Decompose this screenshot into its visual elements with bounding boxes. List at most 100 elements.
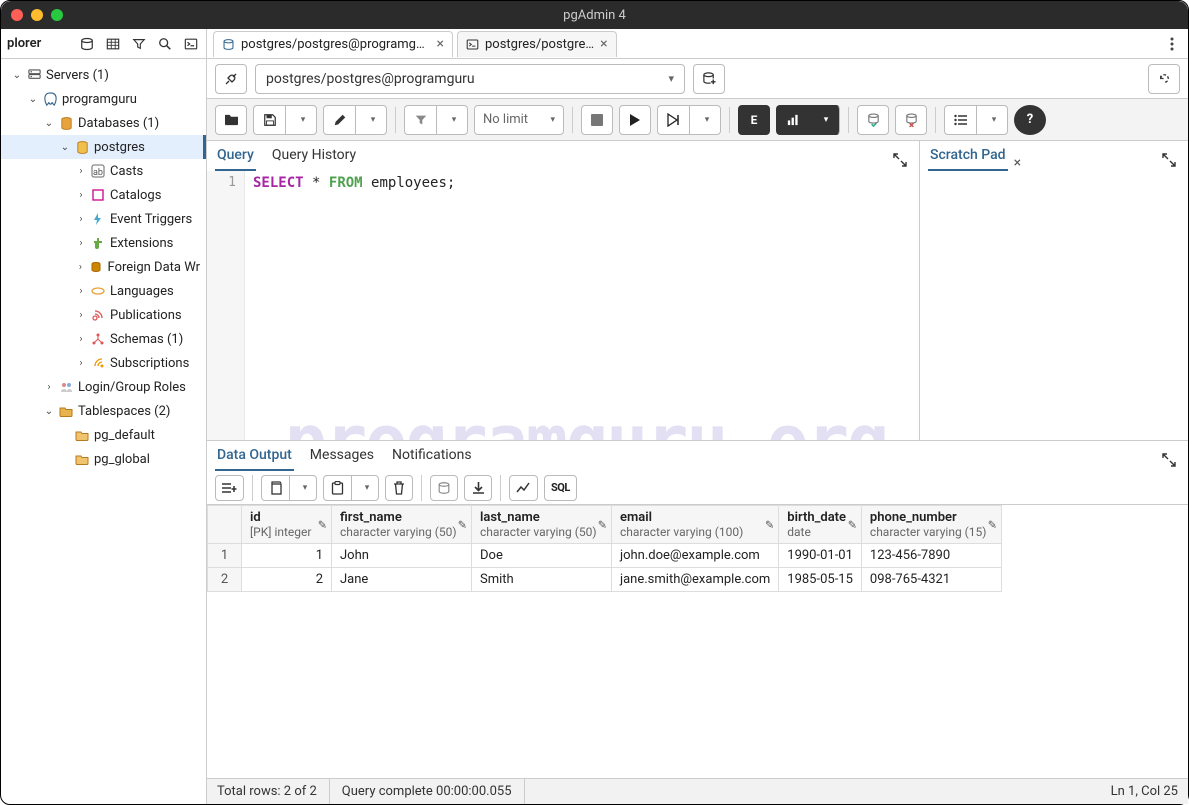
- tree-item[interactable]: ⌄postgres: [1, 135, 206, 159]
- cell[interactable]: Doe: [472, 544, 612, 568]
- tree-item[interactable]: ›Languages: [1, 279, 206, 303]
- twisty-icon[interactable]: ›: [73, 214, 89, 225]
- filter-rows-icon[interactable]: [128, 33, 150, 55]
- tree-item[interactable]: ⌄Databases (1): [1, 111, 206, 135]
- twisty-icon[interactable]: ›: [73, 286, 89, 297]
- save-data-button[interactable]: [430, 475, 458, 501]
- tab-notifications[interactable]: Notifications: [390, 443, 474, 471]
- sql-editor[interactable]: 1 SELECT * FROM employees; programguru.o…: [207, 171, 919, 440]
- tab-data-output[interactable]: Data Output: [215, 443, 294, 471]
- tab-psql[interactable]: postgres/postgre… ×: [457, 31, 617, 57]
- tree-item[interactable]: ›Foreign Data Wr: [1, 255, 206, 279]
- add-row-button[interactable]: [215, 475, 244, 501]
- table-row[interactable]: 11JohnDoejohn.doe@example.com1990-01-011…: [208, 544, 1002, 568]
- cell[interactable]: 123-456-7890: [861, 544, 1001, 568]
- expand-icon[interactable]: [893, 153, 911, 171]
- column-header[interactable]: birth_datedate✎: [779, 506, 862, 544]
- copy-dropdown[interactable]: ▾: [289, 475, 317, 501]
- edit-icon[interactable]: ✎: [318, 518, 327, 531]
- tree-item[interactable]: ›Login/Group Roles: [1, 375, 206, 399]
- query-tool-icon[interactable]: [76, 33, 98, 55]
- new-connection-button[interactable]: [693, 64, 725, 94]
- explain-options-dropdown[interactable]: ▾: [808, 105, 840, 135]
- cell[interactable]: John: [332, 544, 472, 568]
- cell[interactable]: Jane: [332, 568, 472, 592]
- twisty-icon[interactable]: ⌄: [25, 94, 41, 105]
- row-limit-select[interactable]: No limit▾: [474, 105, 564, 135]
- tab-query-tool[interactable]: postgres/postgres@programguru* ×: [213, 31, 453, 57]
- stop-button[interactable]: [581, 105, 613, 135]
- close-icon[interactable]: ×: [600, 36, 607, 52]
- column-header[interactable]: phone_numbercharacter varying (15)✎: [861, 506, 1001, 544]
- filter-dropdown[interactable]: ▾: [436, 105, 468, 135]
- twisty-icon[interactable]: ›: [73, 310, 89, 321]
- delete-row-button[interactable]: [385, 475, 413, 501]
- macros-button[interactable]: [944, 105, 976, 135]
- save-dropdown[interactable]: ▾: [285, 105, 317, 135]
- open-file-button[interactable]: [215, 105, 247, 135]
- tree-item[interactable]: ⌄programguru: [1, 87, 206, 111]
- twisty-icon[interactable]: ⌄: [9, 70, 25, 81]
- edit-icon[interactable]: ✎: [598, 518, 607, 531]
- filter-button[interactable]: [404, 105, 436, 135]
- psql-tool-icon[interactable]: [180, 33, 202, 55]
- tree-item[interactable]: ›Subscriptions: [1, 351, 206, 375]
- expand-icon[interactable]: [1162, 153, 1180, 171]
- edit-icon[interactable]: ✎: [458, 518, 467, 531]
- cell[interactable]: jane.smith@example.com: [612, 568, 779, 592]
- table-row[interactable]: 22JaneSmithjane.smith@example.com1985-05…: [208, 568, 1002, 592]
- explain-dropdown[interactable]: ▾: [689, 105, 721, 135]
- twisty-icon[interactable]: ›: [41, 382, 57, 393]
- twisty-icon[interactable]: ›: [73, 166, 89, 177]
- tree-item[interactable]: ›Publications: [1, 303, 206, 327]
- tree-item[interactable]: ⌄Servers (1): [1, 63, 206, 87]
- cell[interactable]: 098-765-4321: [861, 568, 1001, 592]
- tab-query[interactable]: Query: [215, 143, 256, 171]
- edit-icon[interactable]: ✎: [765, 518, 774, 531]
- twisty-icon[interactable]: ⌄: [41, 118, 57, 129]
- cell[interactable]: Smith: [472, 568, 612, 592]
- download-button[interactable]: [464, 475, 492, 501]
- connection-status-icon[interactable]: [215, 64, 247, 94]
- explain-options-button[interactable]: [776, 105, 808, 135]
- explain-button[interactable]: [657, 105, 689, 135]
- cell[interactable]: 1990-01-01: [779, 544, 862, 568]
- edit-dropdown[interactable]: ▾: [355, 105, 387, 135]
- commit-button[interactable]: [857, 105, 889, 135]
- tree-item[interactable]: pg_default: [1, 423, 206, 447]
- cell[interactable]: john.doe@example.com: [612, 544, 779, 568]
- edit-icon[interactable]: ✎: [988, 518, 997, 531]
- tree-item[interactable]: ›abCasts: [1, 159, 206, 183]
- tab-messages[interactable]: Messages: [308, 443, 376, 471]
- object-tree[interactable]: ⌄Servers (1)⌄programguru⌄Databases (1)⌄p…: [1, 59, 206, 804]
- reset-layout-button[interactable]: [1148, 64, 1180, 94]
- minimize-window-icon[interactable]: [31, 9, 43, 21]
- close-icon[interactable]: ×: [1014, 155, 1021, 171]
- sql-button[interactable]: SQL: [544, 475, 577, 501]
- edit-icon[interactable]: ✎: [848, 518, 857, 531]
- tree-item[interactable]: ›Event Triggers: [1, 207, 206, 231]
- scratch-content[interactable]: [920, 171, 1188, 440]
- explain-analyze-button[interactable]: E: [738, 105, 770, 135]
- save-file-button[interactable]: [253, 105, 285, 135]
- search-icon[interactable]: [154, 33, 176, 55]
- twisty-icon[interactable]: ›: [73, 358, 89, 369]
- connection-select[interactable]: postgres/postgres@programguru ▾: [255, 64, 685, 94]
- column-header[interactable]: emailcharacter varying (100)✎: [612, 506, 779, 544]
- close-icon[interactable]: ×: [437, 36, 444, 52]
- kebab-menu-icon[interactable]: [1162, 34, 1182, 54]
- column-header[interactable]: first_namecharacter varying (50)✎: [332, 506, 472, 544]
- view-data-icon[interactable]: [102, 33, 124, 55]
- tree-item[interactable]: ⌄Tablespaces (2): [1, 399, 206, 423]
- paste-button[interactable]: [323, 475, 351, 501]
- tab-query-history[interactable]: Query History: [270, 143, 358, 171]
- sql-code[interactable]: SELECT * FROM employees; programguru.org: [245, 171, 919, 440]
- execute-button[interactable]: [619, 105, 651, 135]
- rollback-button[interactable]: [895, 105, 927, 135]
- tree-item[interactable]: pg_global: [1, 447, 206, 471]
- maximize-window-icon[interactable]: [51, 9, 63, 21]
- column-header[interactable]: id[PK] integer✎: [242, 506, 332, 544]
- twisty-icon[interactable]: ⌄: [41, 406, 57, 417]
- twisty-icon[interactable]: ›: [73, 238, 89, 249]
- column-header[interactable]: last_namecharacter varying (50)✎: [472, 506, 612, 544]
